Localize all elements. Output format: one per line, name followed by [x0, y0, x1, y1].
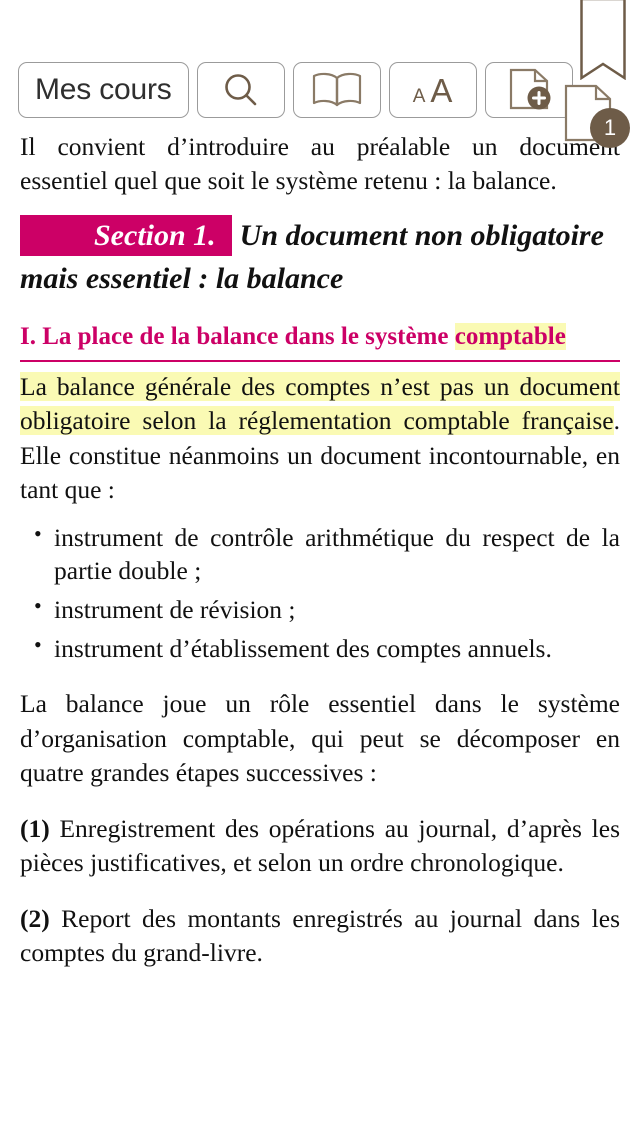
table-of-contents-button[interactable] [292, 62, 381, 118]
heading-divider [20, 359, 620, 363]
highlighted-paragraph: La balance générale des comptes n’est pa… [20, 370, 620, 507]
my-courses-button[interactable]: Mes cours [18, 62, 189, 118]
open-book-icon [312, 72, 361, 107]
step-2-paragraph: (2) Report des montants enregistrés au j… [20, 902, 620, 970]
reader-toolbar: Mes cours A A [18, 62, 573, 118]
font-size-icon: A A [413, 74, 453, 107]
step-2-number: (2) [20, 904, 50, 934]
bookmark-ribbon-icon[interactable] [580, 0, 626, 85]
highlighted-text[interactable]: La balance générale des comptes n’est pa… [20, 372, 620, 436]
page-note-badge[interactable]: 1 [564, 84, 630, 150]
font-size-small-label: A [412, 85, 426, 107]
section-title: Section 1. Un document non obligatoire ma… [20, 215, 620, 300]
instrument-list: instrument de contrôle arithmétique du r… [20, 520, 620, 666]
sub-heading-highlight: comptable [454, 322, 566, 350]
step-1-number: (1) [20, 813, 50, 843]
reader-content: Il convient d’introduire au préalable un… [0, 0, 640, 971]
page-note-count: 1 [590, 108, 630, 148]
list-item: instrument d’établissement des comptes a… [20, 631, 620, 665]
step-1-text: Enregistrement des opérations au journal… [20, 813, 620, 878]
sub-heading: I. La place de la balance dans le systèm… [20, 319, 620, 355]
font-size-large-label: A [430, 71, 453, 109]
step-2-text: Report des montants enregistrés au journ… [20, 904, 620, 968]
search-icon [224, 74, 256, 106]
my-courses-label: Mes cours [35, 73, 172, 106]
add-note-button[interactable] [484, 62, 573, 118]
add-document-icon [509, 68, 551, 110]
sub-heading-text: I. La place de la balance dans le systèm… [20, 322, 455, 350]
list-item: instrument de contrôle arithmétique du r… [20, 520, 620, 587]
font-size-button[interactable]: A A [388, 62, 477, 118]
role-paragraph: La balance joue un rôle essentiel dans l… [20, 689, 620, 787]
list-item: instrument de révision ; [20, 592, 620, 626]
section-number-chip: Section 1. [20, 215, 232, 257]
search-button[interactable] [196, 62, 285, 118]
step-1-paragraph: (1) Enregistrement des opérations au jou… [20, 812, 620, 880]
